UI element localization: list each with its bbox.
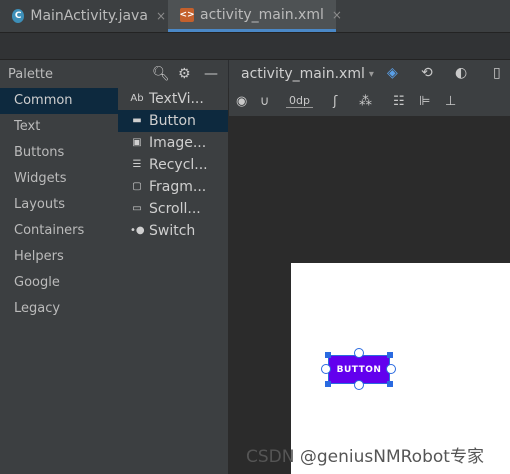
component-switch[interactable]: •● Switch — [118, 220, 228, 242]
resize-handle-top-right[interactable] — [387, 352, 393, 358]
component-button[interactable]: ▬ Button — [118, 110, 228, 132]
default-margin-field[interactable]: 0dp — [286, 94, 313, 108]
component-label: Fragm... — [149, 179, 207, 195]
editor-strip — [0, 33, 510, 60]
textview-icon: Ab — [130, 93, 144, 104]
palette-title: Palette — [8, 66, 54, 82]
constraint-handle-top[interactable] — [354, 348, 364, 358]
layers-icon[interactable]: ◈ — [387, 65, 398, 81]
component-label: TextVi... — [149, 91, 204, 107]
category-text[interactable]: Text — [0, 114, 118, 140]
component-label: Scroll... — [149, 201, 201, 217]
constraint-toolbar: ◉ ∪ 0dp ʃ ⁂ ☷ ⊫ ⊥ — [229, 88, 510, 117]
device-icon[interactable]: ▯ — [493, 65, 501, 81]
category-common[interactable]: Common — [0, 88, 118, 114]
pack-icon[interactable]: ☷ — [393, 94, 405, 109]
component-label: Recycl... — [149, 157, 208, 173]
component-label: Button — [149, 113, 196, 129]
category-legacy[interactable]: Legacy — [0, 296, 118, 322]
close-icon[interactable]: × — [332, 8, 342, 22]
palette-components: Ab TextVi... ▬ Button ▣ Image... ☰ Recyc… — [118, 88, 229, 474]
category-google[interactable]: Google — [0, 270, 118, 296]
resize-handle-top-left[interactable] — [325, 352, 331, 358]
magic-wand-icon[interactable]: ⁂ — [359, 94, 372, 109]
component-fragment[interactable]: ▢ Fragm... — [118, 176, 228, 198]
tab-activity-main-xml[interactable]: <> activity_main.xml × — [168, 0, 342, 32]
resize-handle-bottom-left[interactable] — [325, 381, 331, 387]
component-scrollview[interactable]: ▭ Scroll... — [118, 198, 228, 220]
theme-icon[interactable]: ◐ — [455, 65, 467, 81]
align-icon[interactable]: ⊫ — [419, 94, 430, 109]
palette-categories: Common Text Buttons Widgets Layouts Cont… — [0, 88, 118, 474]
search-icon[interactable]: 🔍︎ — [152, 66, 170, 82]
minimize-icon[interactable]: — — [204, 66, 218, 82]
eye-icon[interactable]: ◉ — [236, 94, 247, 109]
design-toolbar: activity_main.xml ▾ ◈ ⟲ ◐ ▯ — [229, 60, 510, 88]
gear-icon[interactable]: ⚙ — [178, 66, 191, 82]
category-buttons[interactable]: Buttons — [0, 140, 118, 166]
layout-file-dropdown[interactable]: activity_main.xml — [241, 66, 365, 82]
orientation-icon[interactable]: ⟲ — [421, 65, 433, 81]
component-label: Switch — [149, 223, 196, 239]
button-icon: ▬ — [132, 115, 142, 126]
resize-handle-bottom-right[interactable] — [387, 381, 393, 387]
component-textview[interactable]: Ab TextVi... — [118, 88, 228, 110]
palette-header: Palette 🔍︎ ⚙ — — [0, 60, 228, 88]
tab-label: MainActivity.java — [30, 8, 148, 24]
scrollview-icon: ▭ — [132, 203, 142, 214]
magnet-icon[interactable]: ∪ — [260, 94, 270, 109]
fragment-icon: ▢ — [132, 181, 142, 192]
category-helpers[interactable]: Helpers — [0, 244, 118, 270]
guidelines-icon[interactable]: ⊥ — [445, 94, 456, 109]
component-recyclerview[interactable]: ☰ Recycl... — [118, 154, 228, 176]
category-widgets[interactable]: Widgets — [0, 166, 118, 192]
chevron-down-icon[interactable]: ▾ — [369, 69, 374, 80]
category-containers[interactable]: Containers — [0, 218, 118, 244]
constraint-handle-left[interactable] — [321, 364, 331, 374]
tab-main-activity[interactable]: C MainActivity.java × — [0, 0, 166, 32]
watermark: CSDN @geniusNMRobot专家 — [246, 447, 484, 467]
java-class-icon: C — [12, 9, 25, 23]
constraint-handle-right[interactable] — [386, 364, 396, 374]
component-label: Image... — [149, 135, 207, 151]
list-icon: ☰ — [132, 159, 142, 170]
component-imageview[interactable]: ▣ Image... — [118, 132, 228, 154]
switch-icon: •● — [130, 225, 145, 236]
image-icon: ▣ — [132, 137, 142, 148]
editor-tab-bar: C MainActivity.java × <> activity_main.x… — [0, 0, 510, 33]
xml-layout-icon: <> — [179, 7, 195, 22]
close-icon[interactable]: × — [156, 9, 166, 23]
clear-constraints-icon[interactable]: ʃ — [333, 94, 337, 109]
tab-label: activity_main.xml — [200, 6, 324, 23]
constraint-handle-bottom[interactable] — [354, 380, 364, 390]
category-layouts[interactable]: Layouts — [0, 192, 118, 218]
